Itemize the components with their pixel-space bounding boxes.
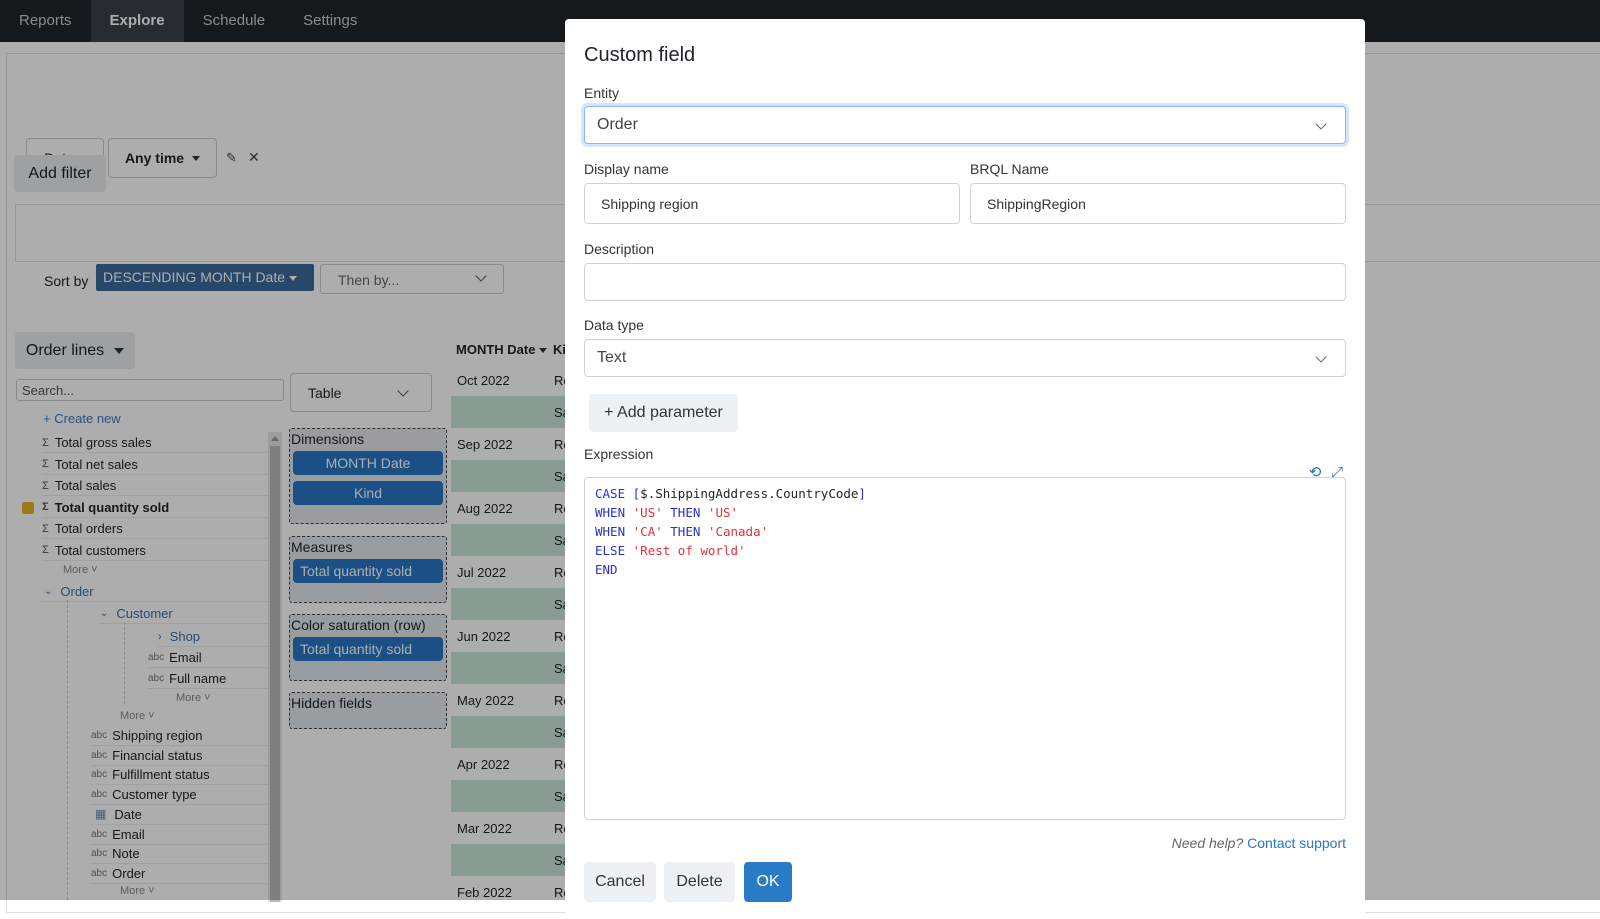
expression-editor[interactable]: CASE [$.ShippingAddress.CountryCode] WHEN… xyxy=(584,477,1346,820)
code-token: 'US' xyxy=(632,505,663,520)
code-token: THEN xyxy=(670,505,701,520)
help-text: Need help? Contact support xyxy=(1172,835,1346,851)
data-type-value: Text xyxy=(597,349,627,366)
code-line: WHEN 'CA' THEN 'Canada' xyxy=(595,522,1335,541)
custom-field-dialog: Custom field Entity Order Display name S… xyxy=(565,19,1365,919)
cancel-button[interactable]: Cancel xyxy=(584,862,656,902)
code-line: WHEN 'US' THEN 'US' xyxy=(595,503,1335,522)
chevron-down-icon xyxy=(1315,118,1327,130)
code-token: END xyxy=(595,562,618,577)
code-token: WHEN xyxy=(595,505,626,520)
code-token: WHEN xyxy=(595,524,626,539)
display-name-label: Display name xyxy=(584,161,669,177)
ok-button[interactable]: OK xyxy=(744,862,792,902)
chevron-down-icon xyxy=(1315,351,1327,363)
entity-select-value: Order xyxy=(597,116,638,133)
brql-name-label: BRQL Name xyxy=(970,161,1049,177)
code-token: ] xyxy=(858,486,866,501)
description-label: Description xyxy=(584,241,655,257)
code-token: 'CA' xyxy=(632,524,663,539)
expression-label: Expression xyxy=(584,446,654,462)
help-prefix: Need help? xyxy=(1171,835,1244,851)
data-type-select[interactable]: Text xyxy=(584,339,1346,377)
brql-name-input[interactable]: ShippingRegion xyxy=(970,183,1346,224)
display-name-value: Shipping region xyxy=(601,195,699,212)
code-token: $.ShippingAddress.CountryCode xyxy=(640,486,859,501)
delete-button[interactable]: Delete xyxy=(664,862,735,902)
brql-name-value: ShippingRegion xyxy=(987,195,1086,212)
code-line: ELSE 'Rest of world' xyxy=(595,541,1335,560)
dialog-title: Custom field xyxy=(584,44,696,66)
display-name-input[interactable]: Shipping region xyxy=(584,183,960,224)
code-line: END xyxy=(595,560,1335,579)
add-parameter-button[interactable]: + Add parameter xyxy=(589,394,738,432)
code-token: 'Rest of world' xyxy=(632,543,746,558)
code-line: CASE [$.ShippingAddress.CountryCode] xyxy=(595,484,1335,503)
code-token: CASE xyxy=(595,486,626,501)
contact-support-link[interactable]: Contact support xyxy=(1247,835,1346,851)
description-textarea[interactable] xyxy=(584,263,1346,301)
code-token: 'US' xyxy=(707,505,739,520)
data-type-label: Data type xyxy=(584,317,644,333)
code-token: THEN xyxy=(670,524,701,539)
code-token: 'Canada' xyxy=(707,524,769,539)
entity-select[interactable]: Order xyxy=(584,106,1346,144)
code-token: ELSE xyxy=(595,543,626,558)
entity-label: Entity xyxy=(584,85,620,101)
